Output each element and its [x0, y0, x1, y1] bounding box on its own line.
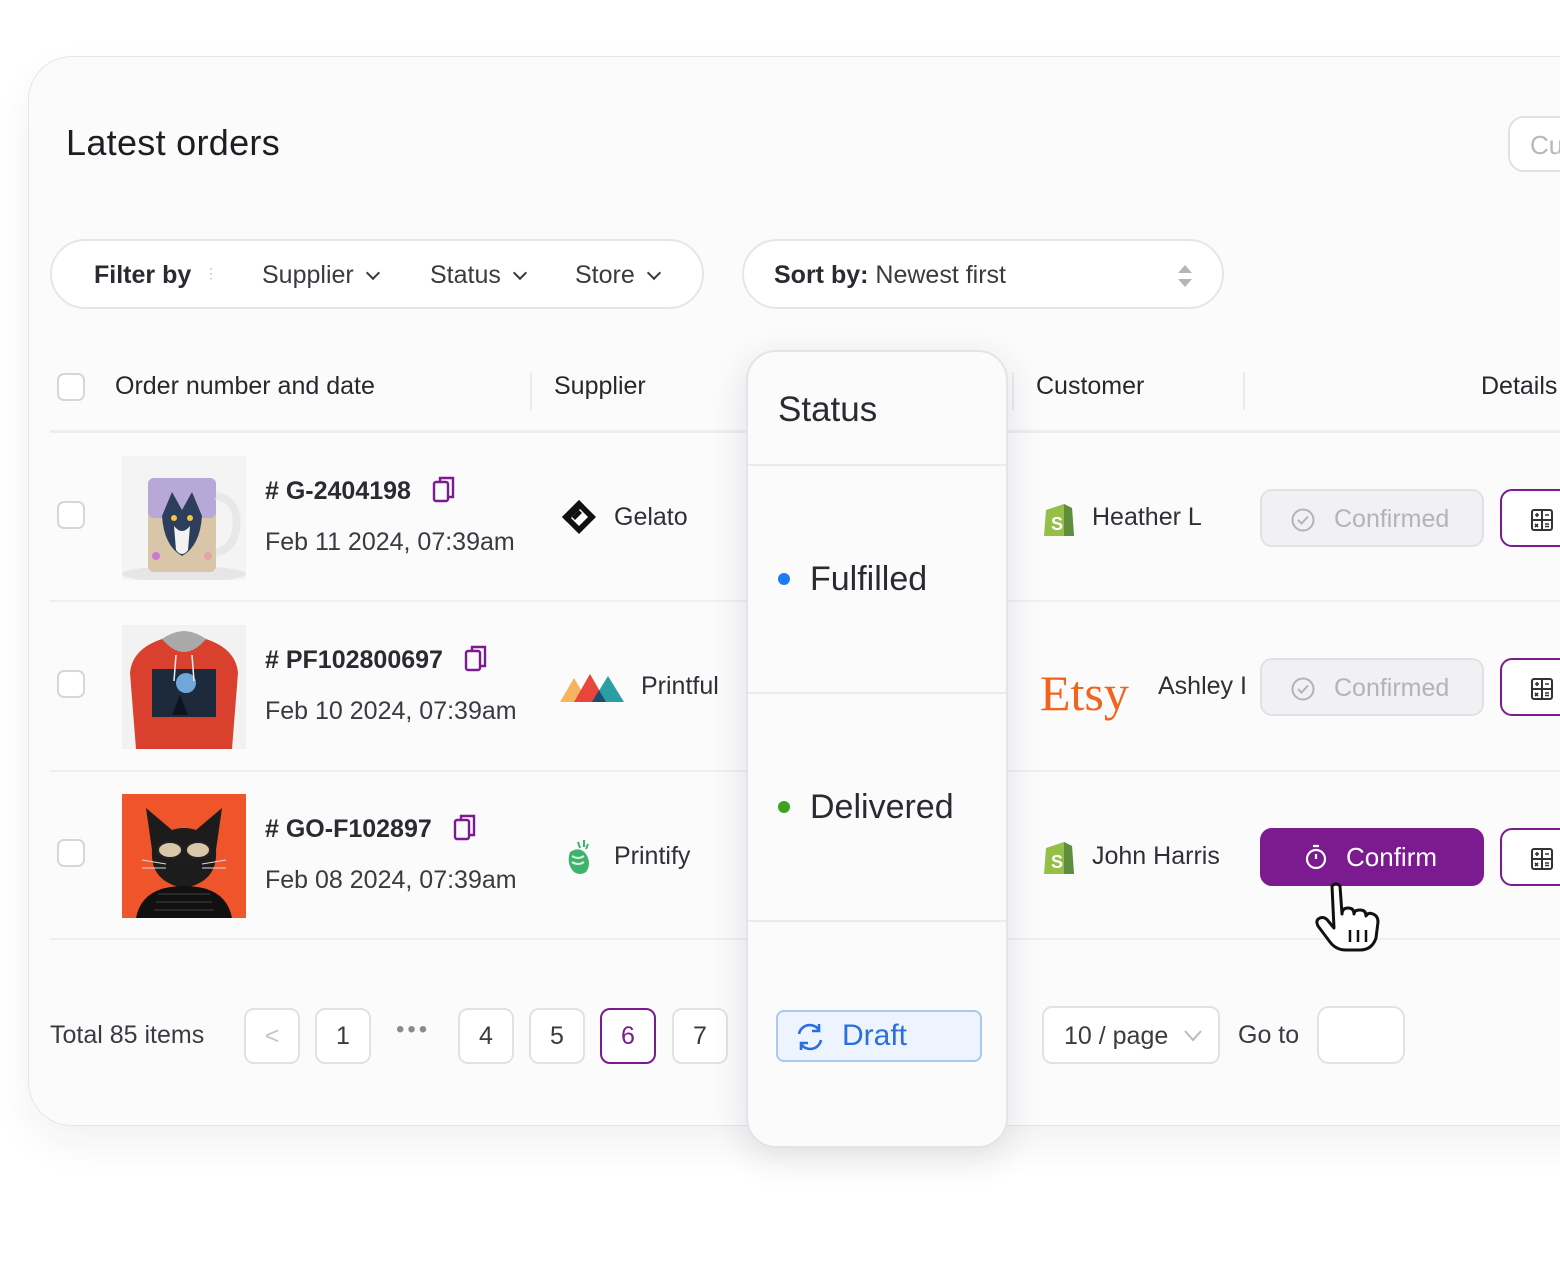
hand-cursor-icon: [1315, 882, 1380, 952]
shopify-logo-icon: S: [1044, 504, 1074, 536]
confirmed-button: Confirmed: [1260, 489, 1484, 547]
sort-arrows-icon: [1178, 265, 1192, 287]
header-details: Details: [1481, 372, 1558, 400]
customer-name: Ashley I: [1158, 672, 1246, 700]
etsy-logo: Etsy: [1040, 665, 1129, 721]
header-divider: [1012, 372, 1014, 410]
filter-supplier[interactable]: Supplier: [262, 261, 380, 290]
customize-button[interactable]: Cu: [1508, 116, 1560, 172]
copy-icon[interactable]: [432, 475, 456, 503]
divider: [748, 920, 1006, 922]
confirmed-button: Confirmed: [1260, 658, 1484, 716]
confirm-button[interactable]: Confirm: [1260, 828, 1484, 886]
page-title: Latest orders: [66, 122, 281, 163]
header-supplier: Supplier: [554, 372, 646, 400]
calculator-icon: [1531, 509, 1553, 531]
svg-text:S: S: [1051, 514, 1063, 534]
status-dot-fulfilled: [778, 573, 790, 585]
page-button[interactable]: 5: [529, 1008, 585, 1064]
order-number: # G-2404198: [265, 477, 456, 506]
filter-store[interactable]: Store: [575, 261, 661, 290]
order-date: Feb 11 2024, 07:39am: [265, 528, 515, 556]
gelato-logo-icon: [562, 500, 596, 534]
order-number: # PF102800697: [265, 646, 488, 675]
refresh-icon: [797, 1023, 823, 1051]
page-button[interactable]: 1: [315, 1008, 371, 1064]
filter-bar: Filter by ⋮ Supplier Status Store: [50, 239, 704, 309]
pagination-ellipsis[interactable]: •••: [396, 1016, 430, 1044]
supplier-name: Gelato: [614, 503, 688, 531]
header-order: Order number and date: [115, 372, 375, 400]
copy-icon[interactable]: [453, 813, 477, 841]
filter-status[interactable]: Status: [430, 261, 527, 290]
goto-label: Go to: [1238, 1021, 1300, 1049]
supplier-name: Printify: [614, 842, 691, 870]
header-divider: [530, 372, 532, 410]
calculator-icon: [1531, 678, 1553, 700]
row-checkbox[interactable]: [57, 501, 85, 529]
details-button[interactable]: [1500, 489, 1560, 547]
header-divider: [1243, 372, 1245, 410]
order-date: Feb 08 2024, 07:39am: [265, 866, 517, 894]
goto-page-input[interactable]: [1317, 1006, 1405, 1064]
chevron-down-icon: [1184, 1030, 1202, 1042]
timer-icon: [1305, 844, 1327, 870]
row-checkbox[interactable]: [57, 839, 85, 867]
status-dropdown-title: Status: [778, 390, 878, 429]
order-number: # GO-F102897: [265, 815, 477, 844]
shopify-logo-icon: S: [1044, 842, 1074, 874]
svg-text:S: S: [1051, 852, 1063, 872]
details-button[interactable]: [1500, 828, 1560, 886]
copy-icon[interactable]: [464, 644, 488, 672]
divider: [748, 464, 1006, 466]
supplier-name: Printful: [641, 672, 719, 700]
check-circle-icon: [1291, 677, 1315, 701]
sort-select[interactable]: Sort by: Newest first: [742, 239, 1224, 309]
page-button[interactable]: 4: [458, 1008, 514, 1064]
customer-name: John Harris: [1092, 842, 1220, 870]
sort-text: Sort by: Newest first: [774, 261, 1006, 289]
page-size-select[interactable]: 10 / page: [1042, 1006, 1220, 1064]
prev-page-button[interactable]: <: [244, 1008, 300, 1064]
product-thumbnail-mug: [122, 456, 246, 580]
row-checkbox[interactable]: [57, 670, 85, 698]
product-thumbnail-cat-poster: [122, 794, 246, 918]
chevron-down-icon: [365, 265, 380, 281]
printify-logo-icon: [568, 840, 589, 874]
select-all-checkbox[interactable]: [57, 373, 85, 401]
calculator-icon: [1531, 848, 1553, 870]
product-thumbnail-hoodie: [122, 625, 246, 749]
details-button[interactable]: [1500, 658, 1560, 716]
header-customer: Customer: [1036, 372, 1145, 400]
page-button[interactable]: 7: [672, 1008, 728, 1064]
check-circle-icon: [1291, 508, 1315, 532]
status-option-fulfilled[interactable]: Fulfilled: [810, 560, 927, 599]
customer-name: Heather L: [1092, 503, 1202, 531]
status-option-draft[interactable]: Draft: [776, 1010, 982, 1062]
filter-label: Filter by: [94, 261, 192, 289]
total-items: Total 85 items: [50, 1021, 205, 1049]
chevron-down-icon: [646, 265, 661, 281]
divider: [748, 692, 1006, 694]
page-button-active[interactable]: 6: [600, 1008, 656, 1064]
order-date: Feb 10 2024, 07:39am: [265, 697, 517, 725]
printful-logo-icon: [560, 674, 624, 702]
status-dot-delivered: [778, 801, 790, 813]
chevron-down-icon: [512, 265, 527, 281]
status-dropdown: Status Fulfilled Delivered Draft: [746, 350, 1008, 1148]
filter-separator: ⋮: [204, 265, 218, 281]
status-option-delivered[interactable]: Delivered: [810, 788, 954, 827]
